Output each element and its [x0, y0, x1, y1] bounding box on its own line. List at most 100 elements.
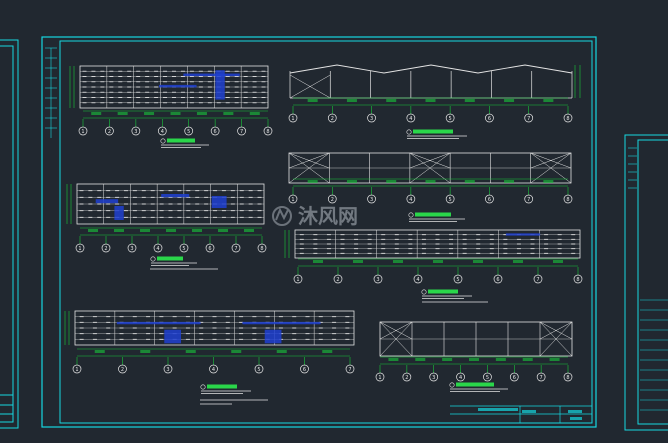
plan-blue-member	[158, 84, 197, 88]
axis-label: 8	[266, 129, 269, 135]
dimension-text-mark	[415, 358, 426, 361]
dimension-text-mark	[425, 99, 436, 102]
dimension-text-mark	[244, 229, 254, 232]
axis-label: 5	[456, 277, 459, 283]
dimension-text-mark	[144, 112, 155, 115]
dimension-text-mark	[386, 99, 397, 102]
plan-blue-member	[95, 199, 119, 204]
axis-label: 2	[405, 375, 408, 381]
axis-label: 4	[212, 367, 215, 373]
dimension-text-mark	[91, 112, 102, 115]
axis-label: 8	[566, 116, 569, 122]
dimension-text-mark	[513, 260, 523, 263]
axis-label: 5	[257, 367, 260, 373]
axis-label: 1	[378, 375, 381, 381]
caption-title-bar	[157, 256, 183, 261]
axis-label: 2	[121, 367, 124, 373]
dimension-text-mark	[346, 180, 357, 183]
dimension-text-mark	[386, 180, 397, 183]
dimension-text-mark	[433, 260, 443, 263]
dimension-text-mark	[442, 358, 453, 361]
axis-label: 1	[291, 116, 294, 122]
plan-blue-member	[242, 321, 321, 325]
dimension-text-mark	[117, 112, 128, 115]
dimension-text-mark	[504, 180, 515, 183]
dimension-text-mark	[469, 358, 479, 361]
caption-title-bar	[413, 129, 453, 134]
axis-label: 8	[566, 375, 569, 381]
axis-label: 3	[134, 129, 137, 135]
dimension-text-mark	[218, 229, 228, 232]
axis-label: 7	[348, 367, 351, 373]
dimension-text-mark	[464, 180, 475, 183]
axis-label: 3	[130, 246, 133, 252]
axis-label: 2	[104, 246, 107, 252]
axis-label: 3	[166, 367, 169, 373]
dimension-text-mark	[393, 260, 403, 263]
axis-label: 6	[488, 197, 491, 203]
axis-label: 7	[240, 129, 243, 135]
plan-blue-member	[116, 321, 201, 325]
title-block-text-mark	[568, 410, 582, 413]
plan-blue-member	[183, 73, 240, 77]
plan-blue-member	[164, 329, 182, 344]
dimension-text-mark	[543, 180, 554, 183]
axis-label: 3	[376, 277, 379, 283]
caption-title-bar	[167, 138, 195, 143]
axis-label: 2	[336, 277, 339, 283]
axis-label: 5	[182, 246, 185, 252]
axis-label: 4	[416, 277, 419, 283]
axis-label: 7	[527, 197, 530, 203]
dimension-text-mark	[223, 112, 234, 115]
plan-blue-member	[161, 194, 190, 198]
caption-title-bar	[207, 384, 237, 389]
dimension-text-mark	[231, 350, 242, 353]
title-block-text-mark	[522, 410, 536, 413]
axis-label: 6	[488, 116, 491, 122]
dimension-text-mark	[276, 350, 287, 353]
axis-label: 7	[540, 375, 543, 381]
dimension-text-mark	[425, 180, 436, 183]
axis-label: 3	[370, 116, 373, 122]
dimension-text-mark	[346, 99, 357, 102]
axis-label: 8	[576, 277, 579, 283]
dimension-text-mark	[553, 260, 563, 263]
axis-label: 7	[234, 246, 237, 252]
axis-label: 1	[291, 197, 294, 203]
axis-label: 4	[459, 375, 462, 381]
axis-label: 6	[214, 129, 217, 135]
axis-label: 5	[187, 129, 190, 135]
axis-label: 4	[409, 116, 412, 122]
dimension-text-mark	[166, 229, 176, 232]
dimension-text-mark	[495, 358, 506, 361]
dimension-text-mark	[140, 350, 151, 353]
dimension-text-mark	[196, 112, 207, 115]
dimension-text-mark	[464, 99, 475, 102]
dimension-text-mark	[192, 229, 202, 232]
axis-label: 4	[156, 246, 159, 252]
axis-label: 3	[432, 375, 435, 381]
axis-label: 2	[331, 116, 334, 122]
dimension-text-mark	[522, 358, 533, 361]
dimension-text-mark	[313, 260, 323, 263]
axis-label: 6	[303, 367, 306, 373]
dimension-text-mark	[307, 99, 318, 102]
dimension-text-mark	[322, 350, 333, 353]
dimension-text-mark	[170, 112, 181, 115]
caption-title-bar	[428, 289, 458, 294]
dimension-text-mark	[307, 180, 318, 183]
dimension-text-mark	[140, 229, 150, 232]
axis-label: 4	[161, 129, 164, 135]
plan-blue-member	[114, 206, 124, 220]
plan-blue-member	[264, 329, 282, 344]
axis-label: 2	[108, 129, 111, 135]
axis-label: 5	[486, 375, 489, 381]
axis-label: 2	[331, 197, 334, 203]
axis-label: 1	[78, 246, 81, 252]
cad-drawing-canvas: 1 2 3 4 5 6 7 8 1 2 3 4 5 6 7 8 1 2 3 4 5 6 7 8 1 2 3 4 5 6 7 8 1 2 3 4 5 6 7 8…	[0, 0, 668, 443]
axis-label: 5	[449, 116, 452, 122]
dimension-text-mark	[473, 260, 483, 263]
dimension-text-mark	[549, 358, 560, 361]
axis-label: 5	[449, 197, 452, 203]
dimension-text-mark	[185, 350, 196, 353]
